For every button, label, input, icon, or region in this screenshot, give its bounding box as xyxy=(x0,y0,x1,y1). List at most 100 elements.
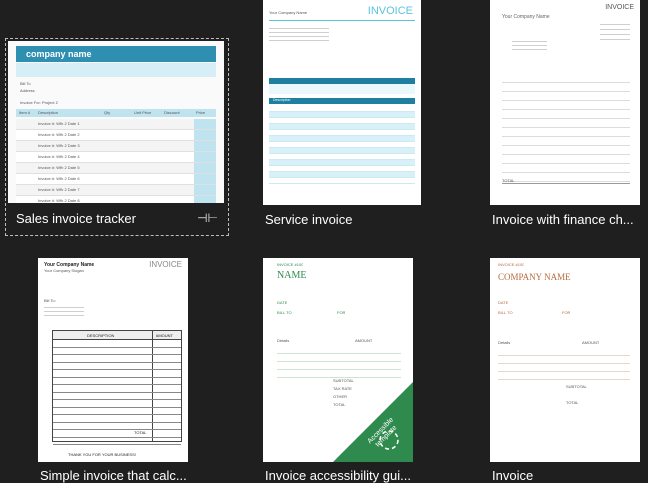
name-heading: NAME xyxy=(277,270,307,281)
template-tile-invoice-with-finance-charge[interactable]: Your Company Name INVOICE TOTAL Invoice … xyxy=(482,0,648,227)
amount-label: AMOUNT xyxy=(582,340,600,345)
column-header: Description xyxy=(38,110,59,115)
line-items xyxy=(498,348,630,380)
column-header: AMOUNT xyxy=(155,333,173,338)
amount-label: AMOUNT xyxy=(355,338,373,343)
company-name-text: Your Company Name xyxy=(502,14,550,20)
thanks-text: THANK YOU FOR YOUR BUSINESS! xyxy=(68,452,136,457)
items-table: DESCRIPTION AMOUNT xyxy=(52,330,182,445)
divider xyxy=(269,20,415,21)
template-tile-service-invoice[interactable]: Your Company Name INVOICE Description Se… xyxy=(255,0,473,227)
line-items xyxy=(502,74,630,182)
placeholder-line xyxy=(53,415,181,423)
template-caption: Invoice with finance ch... xyxy=(492,212,634,227)
column-header: Qty xyxy=(104,110,111,115)
table-row: Invoice #: Wfh 2 Date 2 xyxy=(16,130,216,141)
template-thumbnail: INVOICE #100 NAME DATE BILL TO FOR Detai… xyxy=(263,258,413,462)
invoice-number: INVOICE #100 xyxy=(277,262,304,267)
table-row: Invoice #: Wfh 2 Date 8 xyxy=(16,196,216,203)
row-description: Invoice #: Wfh 2 Date 1 xyxy=(38,121,80,126)
placeholder-line xyxy=(277,370,401,378)
table-subheader xyxy=(269,84,415,94)
details-label: Details xyxy=(498,340,511,345)
meta-block xyxy=(600,20,630,44)
for-label: FOR xyxy=(337,310,346,315)
table-body xyxy=(269,106,415,184)
invoice-number: INVOICE #100 xyxy=(498,262,525,267)
placeholder-line xyxy=(502,110,630,119)
template-tile-sales-invoice-tracker[interactable]: company name Bill To Address Invoice For… xyxy=(5,38,229,236)
row-description: Invoice #: Wfh 2 Date 5 xyxy=(38,165,80,170)
thumbnail-header: company name xyxy=(16,46,216,62)
placeholder-line xyxy=(277,346,401,354)
bill-to-label: BILL TO xyxy=(498,310,513,315)
bill-to-label: Bill To: xyxy=(44,298,56,303)
table-row: Invoice #: Wfh 2 Date 5 xyxy=(16,163,216,174)
template-thumbnail: INVOICE #100 COMPANY NAME DATE BILL TO F… xyxy=(490,258,640,462)
address-label: Address xyxy=(20,88,35,93)
invoice-for-label: Invoice For: Project 2 xyxy=(20,100,58,105)
total-label: TOTAL xyxy=(134,430,147,435)
template-caption: Service invoice xyxy=(265,212,353,227)
column-header: Discount xyxy=(164,110,180,115)
details-label: Details xyxy=(277,338,290,343)
for-label: FOR xyxy=(562,310,571,315)
table-body: Invoice #: Wfh 2 Date 1 Invoice #: Wfh 2 … xyxy=(16,119,216,203)
placeholder-line xyxy=(53,423,181,430)
price-cell xyxy=(194,196,216,203)
subtotal-label: SUBTOTAL xyxy=(566,384,587,389)
placeholder-line xyxy=(269,178,415,184)
table-row: Invoice #: Wfh 2 Date 4 xyxy=(16,152,216,163)
date-label: DATE xyxy=(277,300,288,305)
placeholder-line xyxy=(498,356,630,364)
placeholder-line xyxy=(502,146,630,155)
price-cell xyxy=(194,152,216,162)
divider xyxy=(502,183,630,184)
placeholder-line xyxy=(502,101,630,110)
table-row: Invoice #: Wfh 2 Date 1 xyxy=(16,119,216,130)
company-name-text: company name xyxy=(26,49,92,59)
placeholder-line xyxy=(53,393,181,400)
template-caption: Sales invoice tracker xyxy=(16,211,136,226)
price-cell xyxy=(194,163,216,173)
description-header: Description xyxy=(273,98,291,102)
placeholder-line xyxy=(53,385,181,393)
date-label: DATE xyxy=(498,300,509,305)
row-description: Invoice #: Wfh 2 Date 2 xyxy=(38,132,80,137)
row-description: Invoice #: Wfh 2 Date 6 xyxy=(38,176,80,181)
template-tile-simple-invoice[interactable]: Your Company Name Your Company Slogan IN… xyxy=(30,258,248,483)
template-caption: Invoice xyxy=(492,468,534,483)
template-tile-invoice-accessibility-guide[interactable]: INVOICE #100 NAME DATE BILL TO FOR Detai… xyxy=(255,258,473,483)
company-name-heading: COMPANY NAME xyxy=(498,272,571,282)
placeholder-line xyxy=(53,370,181,378)
price-cell xyxy=(194,119,216,129)
placeholder-line xyxy=(53,363,181,370)
template-tile-invoice[interactable]: INVOICE #100 COMPANY NAME DATE BILL TO F… xyxy=(482,258,648,483)
invoice-title: INVOICE xyxy=(367,5,413,17)
column-header: Item # xyxy=(19,110,31,115)
column-header: Price xyxy=(196,110,206,115)
bill-to-label: Bill To xyxy=(20,81,31,86)
placeholder-line xyxy=(502,92,630,101)
template-thumbnail: Your Company Name INVOICE TOTAL xyxy=(490,0,640,205)
table-header-band-2: Description xyxy=(269,98,415,104)
table-header: Item # Description Qty Unit Price Discou… xyxy=(16,109,216,117)
placeholder-line xyxy=(502,74,630,83)
table-row: Invoice #: Wfh 2 Date 6 xyxy=(16,174,216,185)
placeholder-line xyxy=(498,364,630,372)
template-thumbnail: company name Bill To Address Invoice For… xyxy=(8,41,224,203)
placeholder-line xyxy=(277,362,401,370)
row-description: Invoice #: Wfh 2 Date 8 xyxy=(38,198,80,203)
placeholder-line xyxy=(53,430,181,438)
placeholder-line xyxy=(277,354,401,362)
price-cell xyxy=(194,141,216,151)
column-header: DESCRIPTION xyxy=(87,333,115,338)
placeholder-line xyxy=(53,438,181,445)
placeholder-line xyxy=(498,348,630,356)
row-description: Invoice #: Wfh 2 Date 3 xyxy=(38,143,80,148)
placeholder-line xyxy=(502,119,630,128)
invoice-title: INVOICE xyxy=(149,260,182,269)
placeholder-line xyxy=(53,400,181,408)
bill-to-label: BILL TO xyxy=(277,310,292,315)
pin-icon[interactable]: ⊣⊢ xyxy=(197,211,218,225)
